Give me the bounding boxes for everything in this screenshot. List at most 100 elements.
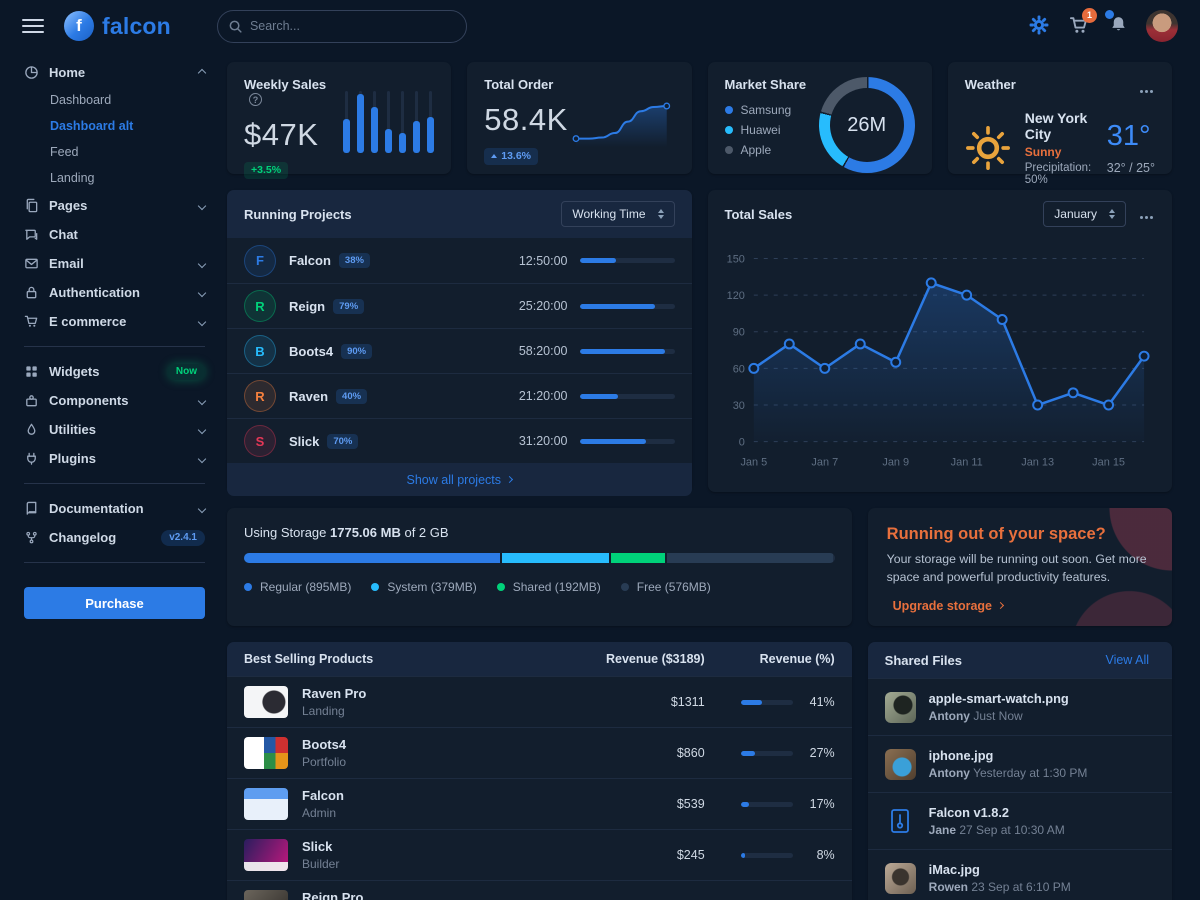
- project-name[interactable]: Falcon: [289, 253, 331, 268]
- show-all-projects-link[interactable]: Show all projects: [401, 472, 519, 488]
- svg-text:90: 90: [732, 327, 744, 339]
- sidebar: Home Dashboard Dashboard alt Feed Landin…: [0, 52, 225, 900]
- sidebar-divider: [24, 483, 205, 484]
- weather-condition: Sunny: [1025, 145, 1093, 159]
- project-time: 12:50:00: [519, 254, 568, 268]
- lock-icon: [24, 285, 39, 300]
- falcon-logo[interactable]: f falcon: [64, 11, 171, 41]
- sidebar-item-email[interactable]: Email: [24, 249, 205, 278]
- search-input[interactable]: [217, 10, 467, 43]
- sidebar-item-chat[interactable]: Chat: [24, 220, 205, 249]
- sidebar-item-label: Components: [49, 393, 189, 408]
- sidebar-item-changelog[interactable]: Changelog v2.4.1: [24, 523, 205, 552]
- growth-badge: 13.6%: [484, 148, 538, 165]
- product-category[interactable]: Portfolio: [302, 755, 346, 769]
- sidebar-item-authentication[interactable]: Authentication: [24, 278, 205, 307]
- top-navbar: f falcon 1: [0, 0, 1200, 52]
- product-name[interactable]: Boots4: [302, 737, 346, 752]
- card-menu-button[interactable]: [1138, 203, 1155, 226]
- file-name[interactable]: apple-smart-watch.png: [929, 691, 1069, 706]
- weekly-sales-value: $47K: [244, 117, 343, 153]
- sidebar-item-landing[interactable]: Landing: [24, 165, 205, 191]
- view-all-link[interactable]: View All: [1099, 652, 1155, 668]
- card-title: Total Order: [484, 77, 568, 92]
- sidebar-item-pages[interactable]: Pages: [24, 191, 205, 220]
- total-sales-card: Total Sales January 0306090120150Jan 5Ja…: [708, 190, 1173, 492]
- product-name[interactable]: Slick: [302, 839, 339, 854]
- running-projects-card: Running Projects Working Time F Falcon 3…: [227, 190, 692, 492]
- chevron-down-icon: [198, 396, 206, 404]
- sidebar-item-documentation[interactable]: Documentation: [24, 494, 205, 523]
- shopping-cart-button[interactable]: 1: [1067, 13, 1091, 40]
- sidebar-item-dashboard-alt[interactable]: Dashboard alt: [24, 113, 205, 139]
- product-revenue-pct: 8%: [805, 848, 835, 862]
- svg-text:120: 120: [726, 290, 744, 302]
- weekly-sales-bar-chart: [343, 91, 434, 153]
- file-name[interactable]: Falcon v1.8.2: [929, 805, 1065, 820]
- product-name[interactable]: Raven Pro: [302, 686, 366, 701]
- sidebar-item-label: Documentation: [49, 501, 189, 516]
- promo-title: Running out of your space?: [887, 525, 1153, 544]
- sidebar-item-label: Utilities: [49, 422, 189, 437]
- sidebar-item-plugins[interactable]: Plugins: [24, 444, 205, 473]
- sidebar-item-label: Dashboard alt: [50, 119, 133, 133]
- project-row: B Boots4 90% 58:20:00: [227, 328, 692, 373]
- project-name[interactable]: Raven: [289, 389, 328, 404]
- table-row: Boots4Portfolio $860 27%: [227, 727, 852, 778]
- help-icon[interactable]: [249, 93, 262, 106]
- working-time-dropdown[interactable]: Working Time: [561, 201, 674, 227]
- cart-count-badge: 1: [1082, 8, 1097, 23]
- chevron-up-icon: [198, 68, 206, 76]
- weather-precipitation: Precipitation: 50%: [1025, 162, 1093, 186]
- caret-up-icon: [491, 154, 497, 158]
- sidebar-item-label: Changelog: [49, 530, 151, 545]
- user-avatar[interactable]: [1146, 10, 1178, 42]
- file-name[interactable]: iphone.jpg: [929, 748, 1088, 763]
- table-row: SlickBuilder $245 8%: [227, 829, 852, 880]
- svg-text:Jan 7: Jan 7: [811, 457, 838, 469]
- hamburger-menu-button[interactable]: [22, 15, 44, 37]
- sidebar-item-utilities[interactable]: Utilities: [24, 415, 205, 444]
- card-menu-button[interactable]: [1138, 77, 1155, 100]
- sidebar-item-widgets[interactable]: Widgets Now: [24, 357, 205, 386]
- sidebar-item-feed[interactable]: Feed: [24, 139, 205, 165]
- file-user: Jane: [929, 823, 956, 837]
- product-name[interactable]: Falcon: [302, 788, 344, 803]
- product-category[interactable]: Builder: [302, 857, 339, 871]
- project-name[interactable]: Reign: [289, 299, 325, 314]
- project-name[interactable]: Slick: [289, 434, 319, 449]
- legend-item: System (379MB): [371, 577, 476, 597]
- sidebar-item-components[interactable]: Components: [24, 386, 205, 415]
- upgrade-storage-link[interactable]: Upgrade storage: [887, 598, 1009, 614]
- ellipsis-icon: [1140, 216, 1143, 219]
- chevron-right-icon: [506, 476, 513, 483]
- project-percent-badge: 90%: [341, 344, 372, 359]
- market-share-donut-chart: 26M: [819, 77, 915, 173]
- weekly-sales-card: Weekly Sales $47K +3.5%: [227, 62, 451, 174]
- falcon-logo-icon: f: [64, 11, 94, 41]
- product-category[interactable]: Landing: [302, 704, 366, 718]
- version-badge: v2.4.1: [161, 530, 205, 546]
- chevron-down-icon: [198, 504, 206, 512]
- project-name[interactable]: Boots4: [289, 344, 333, 359]
- project-progress-bar: [580, 394, 675, 399]
- svg-text:0: 0: [738, 437, 744, 449]
- chevron-down-icon: [198, 288, 206, 296]
- chart-pie-icon: [24, 65, 39, 80]
- product-name[interactable]: Reign Pro: [302, 890, 363, 900]
- sidebar-item-home[interactable]: Home: [24, 58, 205, 87]
- card-title: Weekly Sales: [244, 77, 343, 107]
- settings-gear-button[interactable]: [1027, 13, 1051, 40]
- chevron-down-icon: [198, 317, 206, 325]
- sidebar-item-label: Chat: [49, 227, 205, 242]
- sidebar-item-ecommerce[interactable]: E commerce: [24, 307, 205, 336]
- month-dropdown[interactable]: January: [1043, 201, 1126, 227]
- notifications-bell-button[interactable]: [1107, 13, 1130, 39]
- sidebar-item-dashboard[interactable]: Dashboard: [24, 87, 205, 113]
- project-avatar: S: [244, 425, 276, 457]
- product-category[interactable]: Admin: [302, 806, 344, 820]
- legend-item: Regular (895MB): [244, 577, 351, 597]
- purchase-button[interactable]: Purchase: [24, 587, 205, 619]
- file-name[interactable]: iMac.jpg: [929, 862, 1071, 877]
- product-revenue-pct: 41%: [805, 695, 835, 709]
